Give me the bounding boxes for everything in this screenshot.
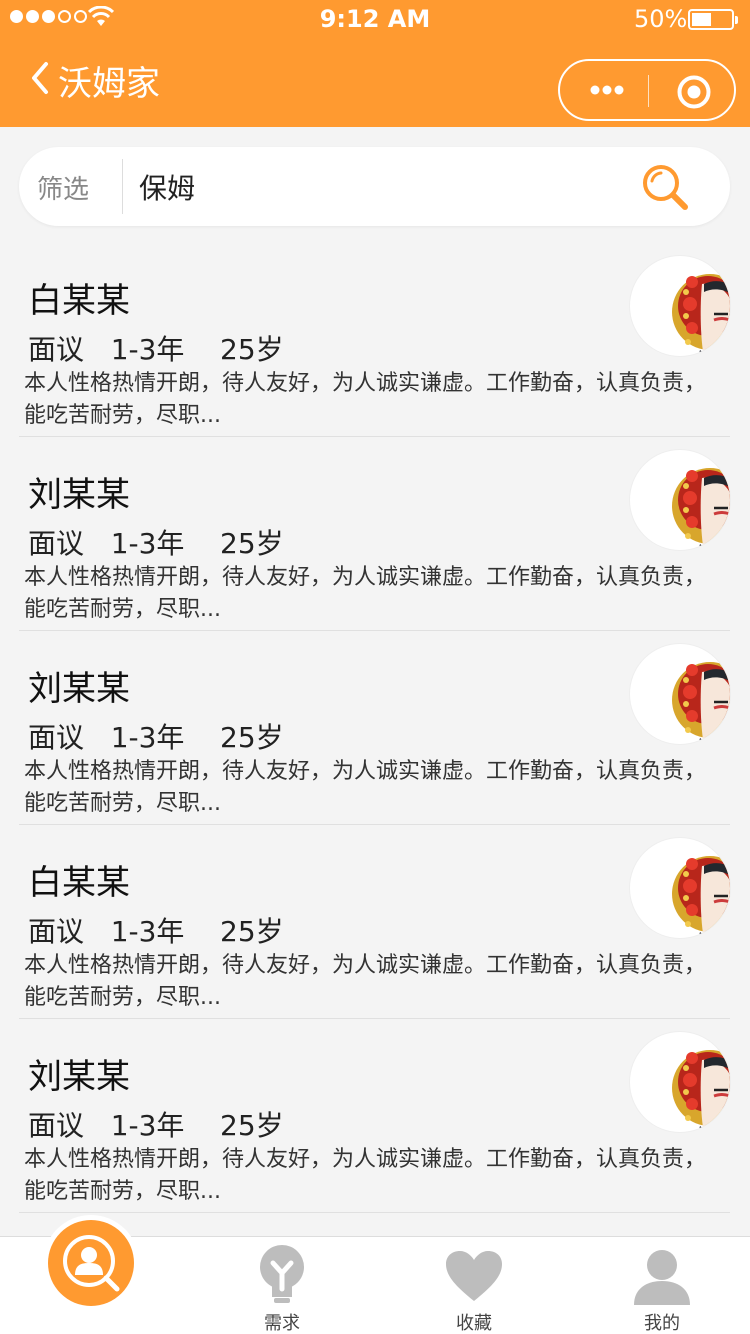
filter-button[interactable]: 筛选	[37, 169, 89, 206]
avatar-portrait-image	[630, 1032, 731, 1133]
battery-percent: 50%	[634, 5, 688, 33]
close-target-icon[interactable]	[676, 74, 712, 110]
list-item[interactable]: 白某某 面议 1-3年 25岁 本人性格热情开朗，待人友好，为人诚实谦虚。工作勤…	[0, 825, 750, 1019]
avatar-portrait-image	[630, 450, 731, 551]
list-item[interactable]: 刘某某 面议 1-3年 25岁 本人性格热情开朗，待人友好，为人诚实谦虚。工作勤…	[0, 437, 750, 631]
worker-name: 白某某	[28, 863, 130, 903]
avatar-portrait-image	[630, 644, 731, 745]
worker-description: 本人性格热情开朗，待人友好，为人诚实谦虚。工作勤奋，认真负责，能吃苦耐劳，尽职.…	[24, 371, 707, 428]
worker-name: 白某某	[28, 281, 130, 321]
worker-description: 本人性格热情开朗，待人友好，为人诚实谦虚。工作勤奋，认真负责，能吃苦耐劳，尽职.…	[24, 759, 707, 816]
worker-description: 本人性格热情开朗，待人友好，为人诚实谦虚。工作勤奋，认真负责，能吃苦耐劳，尽职.…	[24, 1147, 707, 1204]
list-item[interactable]: 刘某某 面议 1-3年 25岁 本人性格热情开朗，待人友好，为人诚实谦虚。工作勤…	[0, 1019, 750, 1213]
worker-meta: 面议 1-3年 25岁	[28, 915, 284, 948]
nav-header: 9:12 AM 50% 沃姆家	[0, 0, 750, 127]
tab-demand[interactable]: 需求	[188, 1237, 376, 1334]
worker-meta: 面议 1-3年 25岁	[28, 721, 284, 754]
search-bar: 筛选	[19, 147, 730, 226]
avatar	[629, 643, 731, 745]
tab-label: 收藏	[456, 1313, 492, 1334]
more-icon[interactable]	[582, 81, 632, 99]
avatar	[629, 449, 731, 551]
miniprogram-capsule	[558, 59, 736, 121]
list-item[interactable]: 白某某 面议 1-3年 25岁 本人性格热情开朗，待人友好，为人诚实谦虚。工作勤…	[0, 243, 750, 437]
worker-name: 刘某某	[28, 475, 130, 515]
avatar-portrait-image	[630, 838, 731, 939]
battery-icon	[688, 9, 738, 30]
worker-list: 白某某 面议 1-3年 25岁 本人性格热情开朗，待人友好，为人诚实谦虚。工作勤…	[0, 243, 750, 1213]
person-search-icon	[63, 1235, 120, 1292]
avatar	[629, 837, 731, 939]
lightbulb-icon	[260, 1245, 304, 1303]
worker-meta: 面议 1-3年 25岁	[28, 1109, 284, 1142]
worker-meta: 面议 1-3年 25岁	[28, 333, 284, 366]
search-input[interactable]	[139, 165, 619, 209]
tab-label: 需求	[264, 1313, 300, 1334]
user-icon	[634, 1250, 690, 1305]
worker-description: 本人性格热情开朗，待人友好，为人诚实谦虚。工作勤奋，认真负责，能吃苦耐劳，尽职.…	[24, 565, 707, 622]
tab-mine[interactable]: 我的	[568, 1237, 750, 1334]
divider	[19, 1212, 730, 1213]
status-bar: 9:12 AM 50%	[0, 0, 750, 40]
heart-icon	[446, 1251, 502, 1301]
worker-name: 刘某某	[28, 1057, 130, 1097]
capsule-divider	[648, 75, 649, 107]
tab-favorites[interactable]: 收藏	[380, 1237, 568, 1334]
worker-name: 刘某某	[28, 669, 130, 709]
search-icon[interactable]	[639, 161, 693, 215]
tab-label: 我的	[644, 1313, 680, 1334]
worker-description: 本人性格热情开朗，待人友好，为人诚实谦虚。工作勤奋，认真负责，能吃苦耐劳，尽职.…	[24, 953, 707, 1010]
list-item[interactable]: 刘某某 面议 1-3年 25岁 本人性格热情开朗，待人友好，为人诚实谦虚。工作勤…	[0, 631, 750, 825]
search-divider	[122, 159, 123, 214]
home-button[interactable]	[48, 1220, 134, 1306]
page-title: 沃姆家	[58, 64, 160, 104]
avatar-portrait-image	[630, 256, 731, 357]
avatar	[629, 1031, 731, 1133]
avatar	[629, 255, 731, 357]
worker-meta: 面议 1-3年 25岁	[28, 527, 284, 560]
